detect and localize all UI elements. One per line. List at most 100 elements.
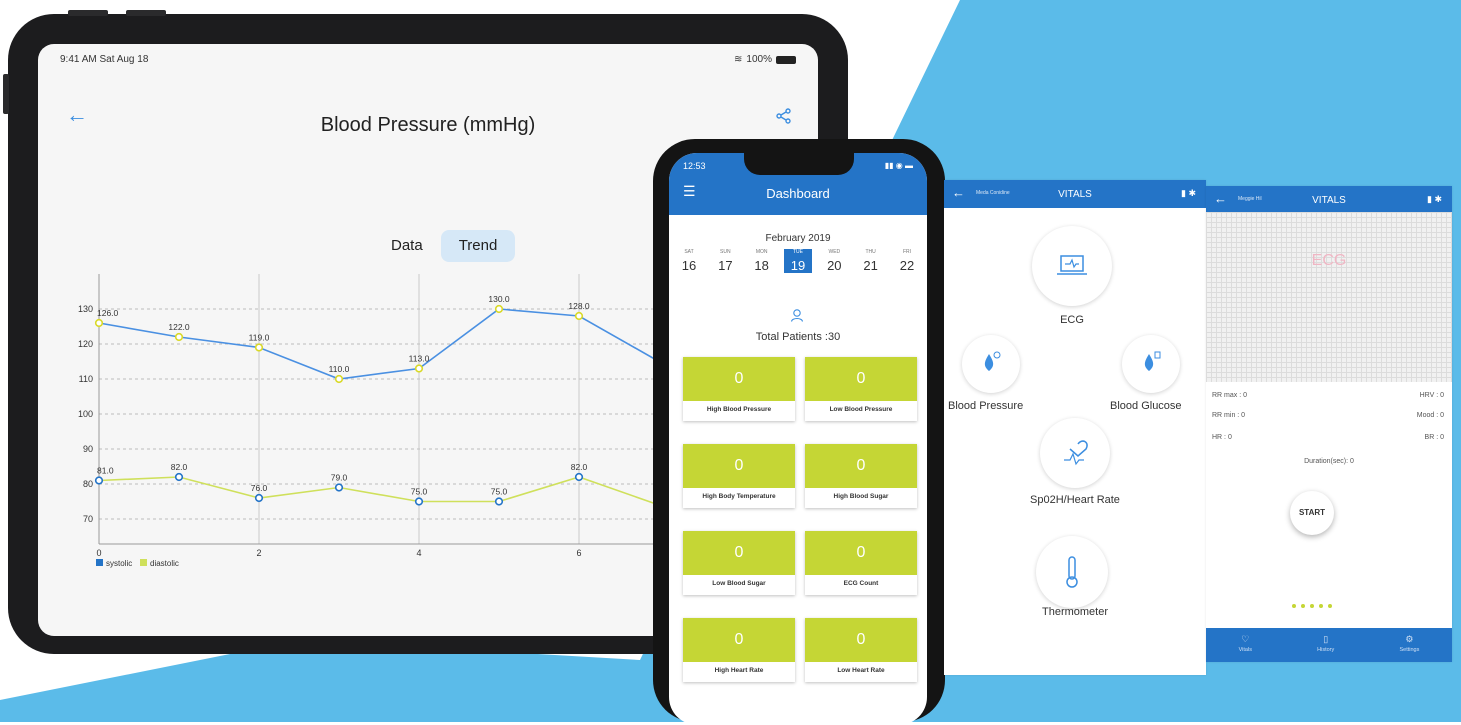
stat-card[interactable]: 0 Low Blood Sugar bbox=[683, 531, 795, 595]
total-patients: Total Patients :30 bbox=[755, 331, 841, 343]
legend-label: diastolic bbox=[150, 559, 179, 568]
data-label: 76.0 bbox=[251, 483, 268, 493]
history-icon: ▯ bbox=[1323, 634, 1329, 644]
y-tick-label: 80 bbox=[83, 479, 93, 489]
day-name: FRI bbox=[902, 249, 911, 255]
tab-history[interactable]: ▯ History bbox=[1317, 628, 1334, 662]
vitals-title: VITALS bbox=[1312, 195, 1346, 206]
day-number: 22 bbox=[899, 258, 915, 273]
signal-battery-icon: ▮▮ ◉ ▬ bbox=[884, 161, 913, 170]
calendar-day[interactable]: WED 20 bbox=[820, 249, 848, 273]
data-label: 81.0 bbox=[97, 466, 114, 476]
phone-screen: 12:53 ▮▮ ◉ ▬ ☰ Dashboard February 2019 S… bbox=[669, 153, 927, 725]
data-label: 82.0 bbox=[171, 462, 188, 472]
calendar-week: SAT 16 SUN 17 MON 18 TUE 19 WED 20 THU 21 FRI 22 bbox=[675, 249, 921, 273]
ecg-grid: ECG bbox=[1206, 212, 1452, 382]
data-point bbox=[334, 483, 344, 492]
data-point bbox=[494, 497, 504, 506]
stat-label: ECG Count bbox=[843, 580, 879, 587]
calendar-day[interactable]: TUE 19 bbox=[783, 249, 812, 273]
stat-card[interactable]: 0 High Blood Sugar bbox=[805, 444, 917, 508]
ecg-watermark: ECG bbox=[1311, 252, 1347, 269]
tablet-button bbox=[126, 10, 166, 16]
heart-rate-icon bbox=[1064, 440, 1088, 466]
day-number: 21 bbox=[863, 258, 878, 273]
rr-max: RR max : 0 bbox=[1212, 392, 1248, 399]
phone-status-time: 12:53 bbox=[683, 161, 706, 171]
stat-value: 0 bbox=[805, 444, 917, 488]
rr-min: RR min : 0 bbox=[1212, 412, 1246, 419]
data-label: 128.0 bbox=[568, 301, 590, 311]
blood-pressure-button[interactable] bbox=[962, 335, 1020, 393]
calendar-day[interactable]: FRI 22 bbox=[893, 249, 921, 273]
day-name: TUE bbox=[792, 249, 803, 255]
tab-settings[interactable]: ⚙ Settings bbox=[1399, 628, 1419, 662]
day-number: 17 bbox=[718, 258, 733, 273]
data-label: 130.0 bbox=[488, 294, 510, 304]
tablet-button bbox=[3, 74, 9, 114]
y-tick-label: 90 bbox=[83, 444, 93, 454]
stat-label: High Body Temperature bbox=[702, 493, 776, 500]
thermometer-button[interactable] bbox=[1036, 536, 1108, 608]
calendar-day[interactable]: SAT 16 bbox=[675, 249, 703, 273]
battery-bluetooth-icon: ▮ ✱ bbox=[1181, 188, 1196, 198]
calendar-day[interactable]: SUN 17 bbox=[711, 249, 739, 273]
calendar-day[interactable]: MON 18 bbox=[748, 249, 776, 273]
tab-vitals[interactable]: ♡ Vitals bbox=[1239, 628, 1252, 662]
stat-card[interactable]: 0 ECG Count bbox=[805, 531, 917, 595]
data-point bbox=[414, 364, 424, 373]
bottom-tab-bar: ♡ Vitals ▯ History ⚙ Settings bbox=[1206, 628, 1452, 662]
calendar-day[interactable]: THU 21 bbox=[857, 249, 885, 273]
stat-card[interactable]: 0 Low Blood Pressure bbox=[805, 357, 917, 421]
blood-pressure-label: Blood Pressure bbox=[948, 400, 1024, 412]
stat-label: High Blood Pressure bbox=[706, 406, 772, 413]
data-label: 119.0 bbox=[249, 333, 270, 343]
stat-label: High Heart Rate bbox=[714, 667, 764, 674]
ecg-button[interactable] bbox=[1032, 226, 1112, 306]
data-label: 122.0 bbox=[168, 322, 190, 332]
gear-icon: ⚙ bbox=[1405, 634, 1414, 644]
y-tick-label: 110 bbox=[79, 374, 93, 384]
laptop-ecg-icon bbox=[1057, 255, 1087, 275]
glucose-drop-icon bbox=[1144, 351, 1161, 371]
stat-card[interactable]: 0 High Heart Rate bbox=[683, 618, 795, 682]
calendar-month: February 2019 bbox=[765, 233, 831, 244]
thermometer-label: Thermometer bbox=[1041, 606, 1109, 618]
data-point bbox=[574, 472, 584, 482]
blood-drop-icon bbox=[984, 351, 1001, 371]
data-label: 82.0 bbox=[571, 462, 588, 472]
vitals-title: VITALS bbox=[1058, 189, 1092, 200]
stat-card[interactable]: 0 High Body Temperature bbox=[683, 444, 795, 508]
vitals-header: ← Meggie Hil VITALS ▮ ✱ bbox=[1206, 186, 1452, 212]
spo2-label: Sp02H/Heart Rate bbox=[1030, 494, 1120, 506]
data-point bbox=[94, 318, 104, 328]
data-label: 113.0 bbox=[409, 354, 430, 364]
vitals-screen-1: ← Meda Conidine VITALS ▮ ✱ ECG Blood Pre… bbox=[944, 180, 1206, 675]
day-number: 20 bbox=[827, 258, 842, 273]
day-name: THU bbox=[865, 249, 876, 255]
data-label: 110.0 bbox=[329, 364, 350, 374]
y-tick-label: 120 bbox=[78, 339, 93, 349]
br: BR : 0 bbox=[1424, 434, 1444, 441]
stat-card[interactable]: 0 Low Heart Rate bbox=[805, 618, 917, 682]
start-button[interactable]: START bbox=[1290, 491, 1334, 535]
stat-value: 0 bbox=[805, 618, 917, 662]
dashboard-title: Dashboard bbox=[766, 186, 830, 201]
data-point bbox=[334, 374, 344, 384]
day-name: SUN bbox=[720, 249, 731, 255]
heart-icon: ♡ bbox=[1241, 634, 1250, 644]
stat-value: 0 bbox=[683, 618, 795, 662]
day-name: WED bbox=[828, 249, 841, 255]
data-point bbox=[174, 332, 184, 342]
data-point bbox=[254, 343, 264, 352]
day-number: 18 bbox=[754, 258, 769, 273]
stat-label: Low Heart Rate bbox=[837, 667, 885, 674]
y-tick-label: 70 bbox=[83, 514, 93, 524]
stat-value: 0 bbox=[683, 444, 795, 488]
data-label: 75.0 bbox=[491, 487, 508, 497]
spo2-button[interactable] bbox=[1040, 418, 1110, 488]
stat-card[interactable]: 0 High Blood Pressure bbox=[683, 357, 795, 421]
vitals-screen-2: ← Meggie Hil VITALS ▮ ✱ ECG RR max : 0 R… bbox=[1206, 186, 1452, 662]
blood-glucose-button[interactable] bbox=[1122, 335, 1180, 393]
user-icon bbox=[790, 309, 804, 322]
